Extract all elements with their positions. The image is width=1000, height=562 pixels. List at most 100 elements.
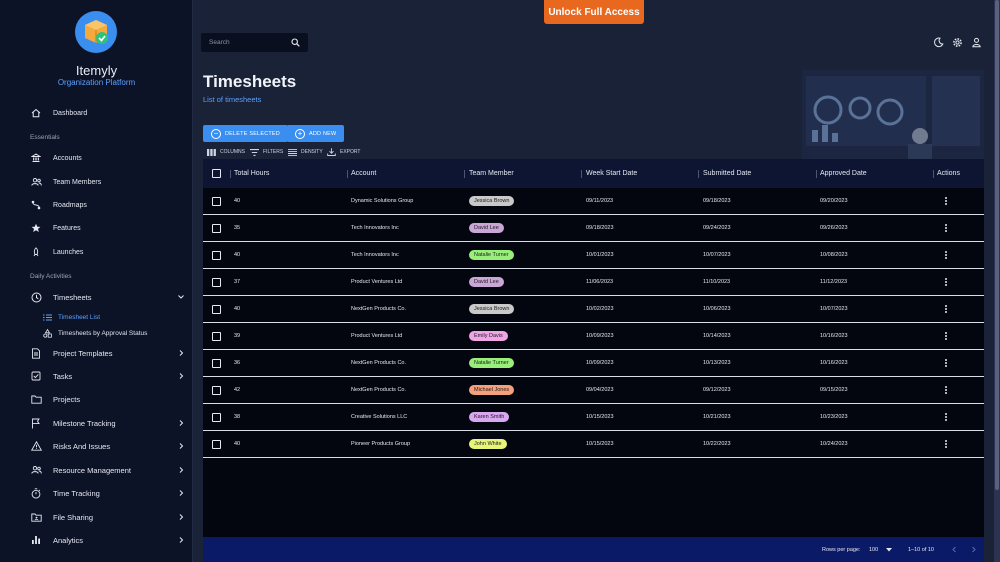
column-header-approved-date[interactable]: Approved Date xyxy=(820,159,867,188)
table-row[interactable]: 40 Dynamic Solutions Group Jessica Brown 09… xyxy=(203,188,984,215)
sidebar-item-resource-management[interactable]: Resource Management xyxy=(30,462,185,478)
sidebar-item-risks-and-issues[interactable]: Risks And Issues xyxy=(30,438,185,454)
dark-mode-icon[interactable] xyxy=(933,37,944,48)
sidebar-item-accounts[interactable]: Accounts xyxy=(30,150,185,166)
row-checkbox[interactable] xyxy=(212,412,221,422)
chevron-right-icon xyxy=(179,420,184,426)
table-row[interactable]: 38 Creative Solutions LLC Karen Smith 10/15… xyxy=(203,404,984,431)
cell-account: Product Ventures Ltd xyxy=(351,279,403,285)
cell-approved-date: 10/16/2023 xyxy=(820,360,848,366)
team-member-chip: Karen Smith xyxy=(469,412,510,422)
sidebar-item-project-templates[interactable]: Project Templates xyxy=(30,345,185,361)
document-icon xyxy=(30,347,42,359)
row-checkbox[interactable] xyxy=(212,439,221,449)
sidebar-item-tasks[interactable]: Tasks xyxy=(30,368,185,384)
sidebar-item-launches[interactable]: Launches xyxy=(30,244,185,260)
column-header-team-member[interactable]: Team Member xyxy=(469,159,514,188)
gear-icon[interactable] xyxy=(952,37,963,48)
more-vert-icon[interactable] xyxy=(945,439,947,449)
row-checkbox[interactable] xyxy=(212,277,221,287)
cell-account: Tech Innovators Inc xyxy=(351,252,399,258)
row-checkbox-cell xyxy=(212,296,221,322)
add-new-button[interactable]: + ADD NEW xyxy=(287,125,345,142)
cell-submitted-date: 10/14/2023 xyxy=(703,333,731,339)
sidebar-item-milestone-tracking[interactable]: Milestone Tracking xyxy=(30,415,185,431)
more-vert-icon[interactable] xyxy=(945,196,947,206)
row-checkbox[interactable] xyxy=(212,358,221,368)
chevron-right-icon xyxy=(179,490,184,496)
table-row[interactable]: 37 Product Ventures Ltd David Lee 11/06/202… xyxy=(203,269,984,296)
sidebar-item-label: Roadmaps xyxy=(53,201,87,209)
table-row[interactable]: 35 Tech Innovators Inc David Lee 09/18/2023… xyxy=(203,215,984,242)
sidebar-item-team-members[interactable]: Team Members xyxy=(30,174,185,190)
home-icon xyxy=(30,107,42,119)
cell-submitted-date: 10/21/2023 xyxy=(703,414,731,420)
chevron-right-icon xyxy=(179,537,184,543)
rows-per-page-label: Rows per page: xyxy=(822,546,861,553)
export-button[interactable]: EXPORT xyxy=(327,147,360,157)
sidebar-item-label: Projects xyxy=(53,394,81,404)
columns-button[interactable]: COLUMNS xyxy=(207,147,245,157)
user-icon[interactable] xyxy=(971,37,982,48)
row-checkbox[interactable] xyxy=(212,196,221,206)
chevron-right-icon xyxy=(179,443,184,449)
row-checkbox-cell xyxy=(212,242,221,268)
sidebar-item-projects[interactable]: Projects xyxy=(30,391,185,407)
more-vert-icon[interactable] xyxy=(945,331,947,341)
delete-selected-button[interactable]: − DELETE SELECTED xyxy=(203,125,288,142)
table-row[interactable]: 40 NextGen Products Co. Jessica Brown 10/02… xyxy=(203,296,984,323)
select-all-checkbox-cell xyxy=(212,159,221,188)
column-header-submitted-date[interactable]: Submitted Date xyxy=(703,159,751,188)
rows-per-page-select[interactable]: 100 xyxy=(869,537,893,562)
search-icon[interactable] xyxy=(291,38,300,47)
column-separator xyxy=(698,170,699,178)
sidebar-item-dashboard[interactable]: Dashboard xyxy=(30,105,185,121)
more-vert-icon[interactable] xyxy=(945,250,947,260)
density-label: DENSITY xyxy=(301,149,323,155)
more-vert-icon[interactable] xyxy=(945,223,947,233)
sidebar-item-analytics[interactable]: Analytics xyxy=(30,532,185,548)
more-vert-icon[interactable] xyxy=(945,304,947,314)
table-row[interactable]: 40 Pioneer Products Group John White 10/15/… xyxy=(203,431,984,458)
more-vert-icon[interactable] xyxy=(945,277,947,287)
density-button[interactable]: DENSITY xyxy=(288,147,323,157)
select-all-checkbox[interactable] xyxy=(212,169,221,178)
previous-page-icon[interactable] xyxy=(951,546,958,553)
table-row[interactable]: 42 NextGen Products Co. Michael Jones 09/04… xyxy=(203,377,984,404)
sidebar-subitem-timesheet-list[interactable]: Timesheet List xyxy=(43,311,100,323)
sidebar-subitem-timesheets-by-approval-status[interactable]: Timesheets by Approval Status xyxy=(43,327,147,339)
row-checkbox[interactable] xyxy=(212,304,221,314)
cell-team-member: Natalie Turner xyxy=(469,350,514,376)
sidebar-item-time-tracking[interactable]: Time Tracking xyxy=(30,485,185,501)
row-checkbox[interactable] xyxy=(212,223,221,233)
row-checkbox[interactable] xyxy=(212,385,221,395)
more-vert-icon[interactable] xyxy=(945,358,947,368)
brand-subtitle: Organization Platform xyxy=(57,78,136,87)
row-checkbox[interactable] xyxy=(212,331,221,341)
more-vert-icon[interactable] xyxy=(945,385,947,395)
sidebar-item-timesheets[interactable]: Timesheets xyxy=(30,289,185,305)
filters-button[interactable]: FILTERS xyxy=(250,147,283,157)
column-header-total-hours[interactable]: Total Hours xyxy=(234,159,269,188)
unlock-full-access-button[interactable]: Unlock Full Access xyxy=(544,0,644,24)
sidebar-item-roadmaps[interactable]: Roadmaps xyxy=(30,197,185,213)
sidebar-item-label: Team Members xyxy=(53,178,102,186)
filter-icon xyxy=(250,148,259,156)
row-checkbox[interactable] xyxy=(212,250,221,260)
table-row[interactable]: 39 Product Ventures Ltd Emily Davis 10/09/2… xyxy=(203,323,984,350)
column-header-week-start-date[interactable]: Week Start Date xyxy=(586,159,637,188)
page-scrollbar-thumb[interactable] xyxy=(995,0,999,490)
more-vert-icon[interactable] xyxy=(945,412,947,422)
table-row[interactable]: 36 NextGen Products Co. Natalie Turner 10/0… xyxy=(203,350,984,377)
row-checkbox-cell xyxy=(212,188,221,214)
team-member-chip: Emily Davis xyxy=(469,331,508,341)
table-row[interactable]: 40 Tech Innovators Inc Natalie Turner 10/01… xyxy=(203,242,984,269)
cell-account: NextGen Products Co. xyxy=(351,360,407,366)
column-header-account[interactable]: Account xyxy=(351,159,376,188)
next-page-icon[interactable] xyxy=(970,546,977,553)
sidebar-item-file-sharing[interactable]: File Sharing xyxy=(30,509,185,525)
cell-submitted-date: 09/18/2023 xyxy=(703,198,731,204)
sidebar-item-features[interactable]: Features xyxy=(30,220,185,236)
column-separator xyxy=(816,170,817,178)
search-input[interactable] xyxy=(209,39,289,46)
